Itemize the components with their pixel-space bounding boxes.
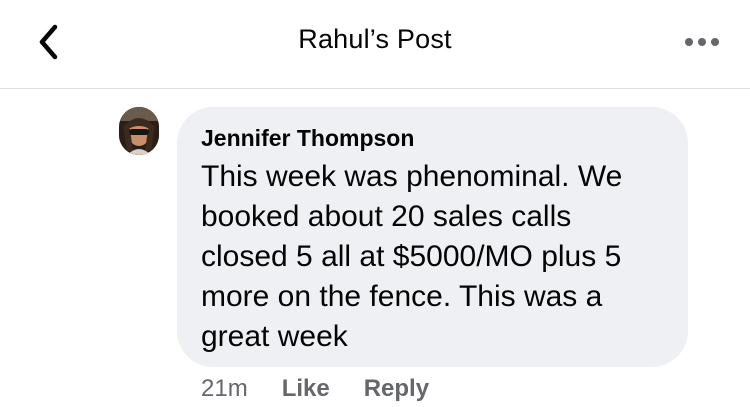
page-title: Rahul’s Post (298, 24, 452, 54)
comment-author[interactable]: Jennifer Thompson (201, 123, 664, 153)
comment-timestamp: 21m (201, 375, 248, 402)
more-horizontal-icon (685, 38, 719, 46)
top-bar: Rahul’s Post (0, 0, 750, 89)
more-options-button[interactable] (682, 28, 722, 56)
reply-button[interactable]: Reply (364, 375, 429, 403)
comment-actions: 21m Like Reply (201, 374, 463, 404)
comment-text: This week was phenominal. We booked abou… (201, 160, 623, 353)
avatar[interactable] (119, 107, 159, 155)
like-button[interactable]: Like (282, 375, 330, 403)
comment-bubble: Jennifer Thompson This week was phenomin… (177, 107, 688, 367)
